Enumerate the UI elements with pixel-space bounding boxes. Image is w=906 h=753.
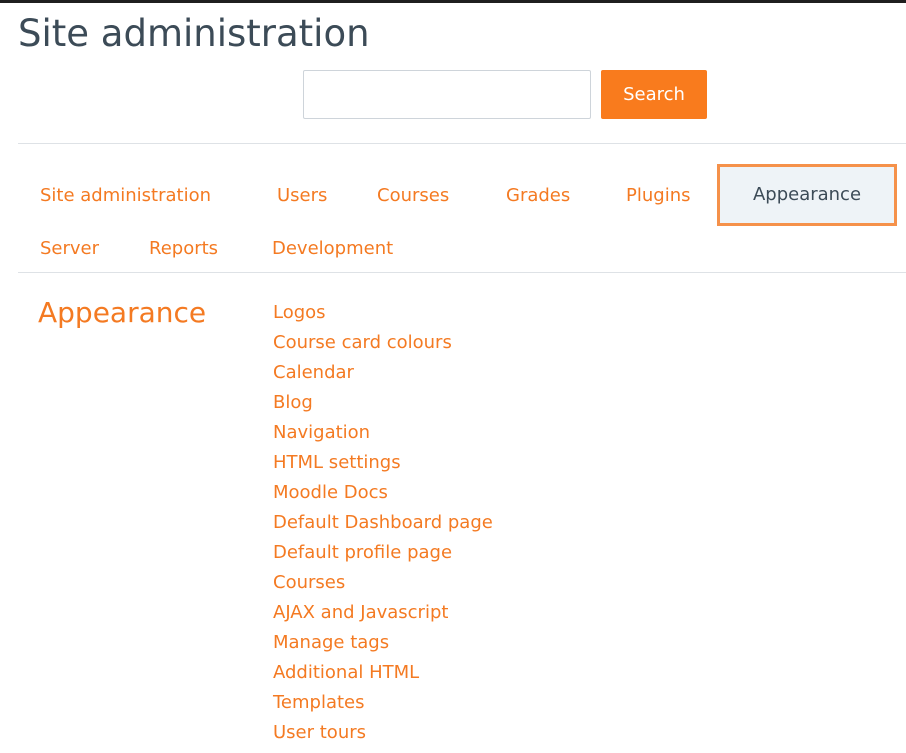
- link-courses[interactable]: Courses: [273, 568, 493, 598]
- site-admin-page: Site administration Search Site administ…: [0, 0, 906, 753]
- tab-site-administration[interactable]: Site administration: [40, 184, 211, 208]
- link-user-tours[interactable]: User tours: [273, 718, 493, 748]
- search-input[interactable]: [303, 70, 591, 119]
- tab-courses[interactable]: Courses: [377, 184, 449, 208]
- link-additional-html[interactable]: Additional HTML: [273, 658, 493, 688]
- appearance-links-list: Logos Course card colours Calendar Blog …: [273, 298, 493, 748]
- link-ajax-and-javascript[interactable]: AJAX and Javascript: [273, 598, 493, 628]
- link-course-card-colours[interactable]: Course card colours: [273, 328, 493, 358]
- link-moodle-docs[interactable]: Moodle Docs: [273, 478, 493, 508]
- section-title: Appearance: [38, 296, 207, 329]
- search-button[interactable]: Search: [601, 70, 707, 119]
- tab-development[interactable]: Development: [272, 237, 393, 261]
- header-divider: [18, 143, 906, 144]
- tab-plugins[interactable]: Plugins: [626, 184, 690, 208]
- tabs-divider: [18, 272, 906, 273]
- link-manage-tags[interactable]: Manage tags: [273, 628, 493, 658]
- link-navigation[interactable]: Navigation: [273, 418, 493, 448]
- link-templates[interactable]: Templates: [273, 688, 493, 718]
- link-calendar[interactable]: Calendar: [273, 358, 493, 388]
- tab-reports[interactable]: Reports: [149, 237, 218, 261]
- link-default-profile-page[interactable]: Default profile page: [273, 538, 493, 568]
- tab-appearance[interactable]: Appearance: [717, 164, 897, 226]
- link-default-dashboard-page[interactable]: Default Dashboard page: [273, 508, 493, 538]
- tab-server[interactable]: Server: [40, 237, 99, 261]
- tab-grades[interactable]: Grades: [506, 184, 570, 208]
- link-html-settings[interactable]: HTML settings: [273, 448, 493, 478]
- link-blog[interactable]: Blog: [273, 388, 493, 418]
- link-logos[interactable]: Logos: [273, 298, 493, 328]
- page-title: Site administration: [18, 12, 370, 55]
- tab-users[interactable]: Users: [277, 184, 327, 208]
